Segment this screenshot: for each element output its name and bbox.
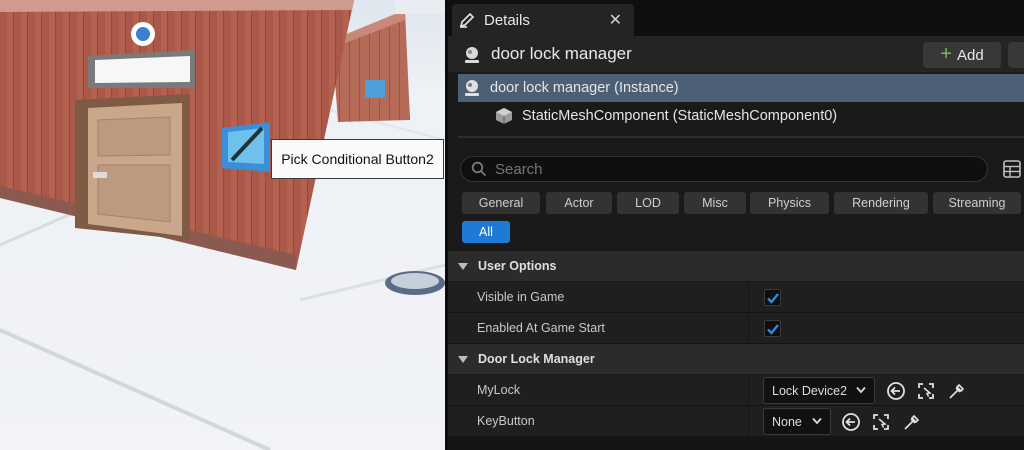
static-mesh-icon [496, 108, 512, 124]
search-input[interactable] [495, 160, 955, 178]
column-divider [748, 375, 749, 406]
tab-title: Details [484, 11, 530, 29]
column-divider [748, 313, 749, 344]
column-divider [748, 406, 749, 437]
enabled-at-game-start-checkbox[interactable] [764, 320, 781, 337]
level-viewport[interactable]: Pick Conditional Button2 [0, 0, 445, 450]
actor-header: door lock manager + Add [448, 36, 1024, 72]
filter-lod[interactable]: LOD [617, 192, 679, 214]
tree-item-instance[interactable]: door lock manager (Instance) [458, 74, 1024, 102]
checkmark-icon [767, 324, 779, 335]
mylock-dropdown[interactable]: Lock Device2 [763, 377, 875, 404]
actor-name[interactable]: door lock manager [491, 44, 632, 64]
dropdown-value: Lock Device2 [772, 383, 848, 398]
prop-label: Visible in Game [477, 290, 565, 304]
pick-tooltip: Pick Conditional Button2 [271, 139, 444, 179]
section-user-options[interactable]: User Options [448, 251, 1024, 281]
browse-icon[interactable] [916, 381, 936, 401]
actor-icon [465, 47, 479, 63]
visible-in-game-checkbox[interactable] [764, 289, 781, 306]
keybutton-dropdown[interactable]: None [763, 408, 831, 435]
chevron-down-icon [856, 386, 866, 394]
table-view-icon[interactable] [1003, 160, 1021, 178]
prop-enabled-at-game-start: Enabled At Game Start [448, 313, 1024, 344]
pencil-icon [459, 12, 475, 28]
tree-item-static-mesh[interactable]: StaticMeshComponent (StaticMeshComponent… [458, 102, 1024, 130]
search-icon [471, 161, 487, 177]
section-door-lock-manager[interactable]: Door Lock Manager [448, 344, 1024, 374]
close-icon[interactable]: ✕ [609, 10, 622, 30]
use-selected-icon[interactable] [886, 381, 906, 401]
add-component-button[interactable]: + Add [923, 42, 1001, 68]
tree-item-label: door lock manager (Instance) [490, 80, 679, 96]
filter-all[interactable]: All [462, 221, 510, 243]
blueprint-button[interactable] [1008, 42, 1024, 68]
actor-icon [465, 80, 479, 96]
search-box[interactable] [460, 156, 988, 182]
plus-icon: + [940, 42, 952, 65]
add-button-label: Add [956, 46, 984, 64]
tab-details[interactable]: Details ✕ [452, 4, 634, 36]
filter-physics[interactable]: Physics [750, 192, 829, 214]
tab-bar: Details ✕ [448, 0, 1024, 36]
eyedropper-icon[interactable] [947, 381, 967, 401]
prop-label: Enabled At Game Start [477, 321, 605, 335]
section-title: User Options [478, 259, 557, 273]
prop-label: KeyButton [477, 414, 535, 428]
viewport-scene [0, 0, 445, 450]
use-selected-icon[interactable] [841, 412, 861, 432]
prop-visible-in-game: Visible in Game [448, 282, 1024, 313]
chevron-down-icon [812, 417, 822, 425]
eyedropper-icon[interactable] [902, 412, 922, 432]
filter-general[interactable]: General [462, 192, 540, 214]
details-panel: Details ✕ door lock manager + Add door l… [445, 0, 1024, 450]
panel-bottom [448, 436, 1024, 450]
prop-mylock: MyLock Lock Device2 [448, 375, 1024, 406]
filter-actor[interactable]: Actor [546, 192, 612, 214]
column-divider [748, 282, 749, 313]
prop-label: MyLock [477, 383, 521, 397]
filter-misc[interactable]: Misc [684, 192, 746, 214]
prop-keybutton: KeyButton None [448, 406, 1024, 437]
tree-item-label: StaticMeshComponent (StaticMeshComponent… [522, 108, 838, 124]
collapse-arrow-icon [458, 262, 468, 270]
collapse-arrow-icon [458, 355, 468, 363]
browse-icon[interactable] [871, 412, 891, 432]
section-title: Door Lock Manager [478, 352, 595, 366]
checkmark-icon [767, 293, 779, 304]
filter-streaming[interactable]: Streaming [933, 192, 1021, 214]
filter-rendering[interactable]: Rendering [834, 192, 928, 214]
tree-divider [458, 136, 1024, 138]
editor-window: Pick Conditional Button2 Details ✕ door … [0, 0, 1024, 450]
component-tree: door lock manager (Instance) StaticMeshC… [458, 74, 1024, 138]
dropdown-value: None [772, 414, 802, 429]
